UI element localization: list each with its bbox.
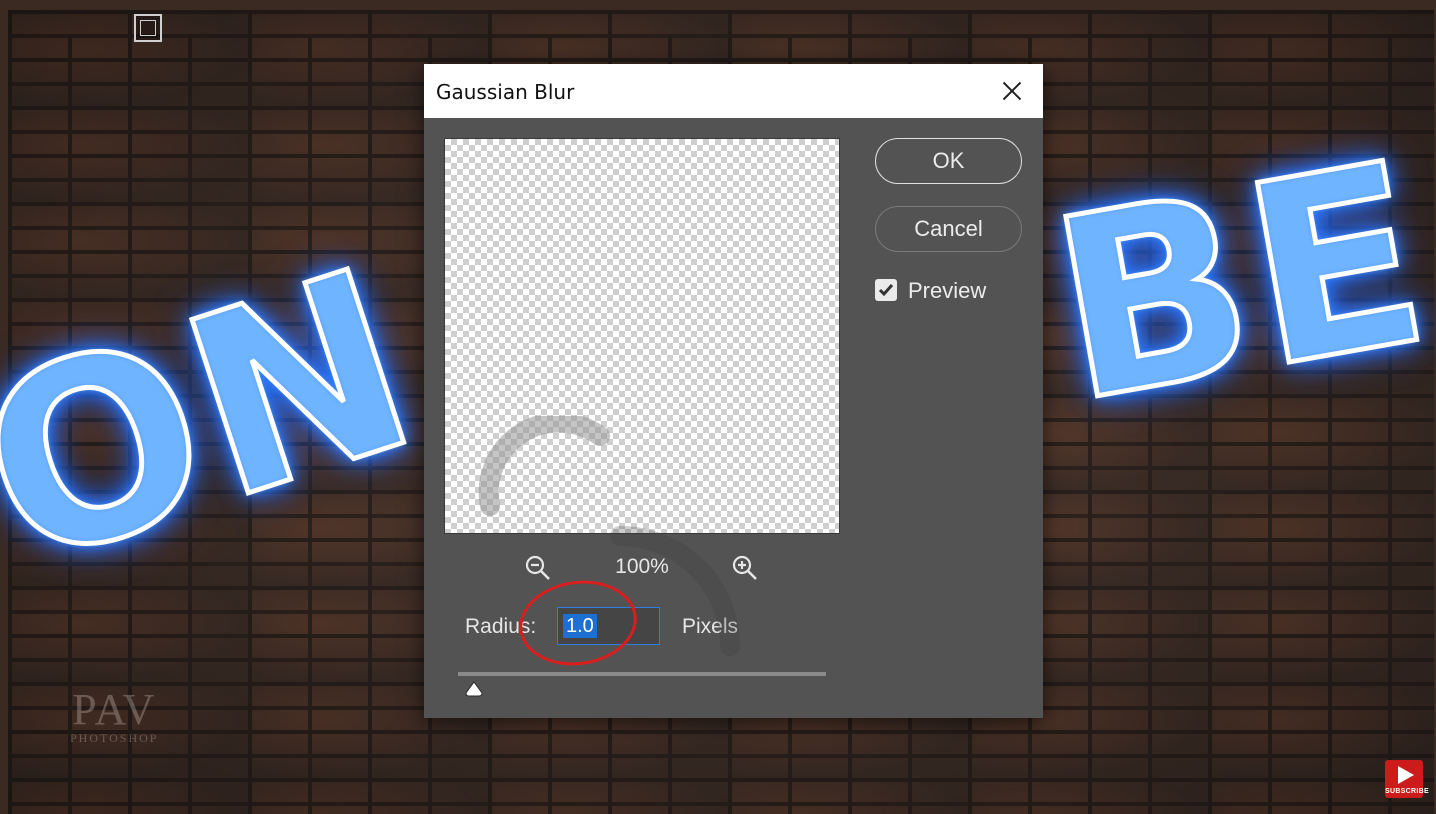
gaussian-blur-dialog: Gaussian Blur 100% Radius: 1.0 Pixels OK… — [424, 64, 1043, 718]
slider-thumb-icon[interactable] — [465, 681, 483, 697]
cancel-button[interactable]: Cancel — [875, 206, 1022, 252]
frame-corner-icon — [134, 14, 162, 42]
close-icon[interactable] — [996, 76, 1028, 106]
subscribe-label: SUBSCRIBE — [1385, 788, 1429, 795]
watermark-logo-text: PAV — [72, 685, 157, 734]
zoom-level: 100% — [615, 555, 669, 578]
play-icon — [1398, 766, 1414, 784]
zoom-in-icon[interactable] — [731, 554, 759, 582]
annotation-circle — [513, 573, 643, 673]
radius-unit-label: Pixels — [682, 615, 739, 638]
video-frame: ON BE PAV PHOTOSHOP SUBSCRIBE Gaussian B… — [0, 0, 1436, 814]
check-icon — [878, 284, 894, 297]
radius-slider-track[interactable] — [458, 672, 826, 676]
preview-checkbox[interactable] — [875, 279, 897, 301]
ok-button[interactable]: OK — [875, 138, 1022, 184]
neon-text-right: BE — [1032, 105, 1436, 461]
watermark-subtext: PHOTOSHOP — [70, 731, 159, 745]
preview-pane[interactable] — [444, 138, 840, 534]
preview-label[interactable]: Preview — [908, 278, 986, 304]
dialog-title: Gaussian Blur — [436, 80, 575, 104]
subscribe-button[interactable]: SUBSCRIBE — [1385, 760, 1429, 798]
dialog-titlebar[interactable]: Gaussian Blur — [424, 64, 1043, 118]
channel-watermark: PAV PHOTOSHOP — [70, 685, 159, 745]
zoom-out-icon[interactable] — [524, 554, 552, 582]
